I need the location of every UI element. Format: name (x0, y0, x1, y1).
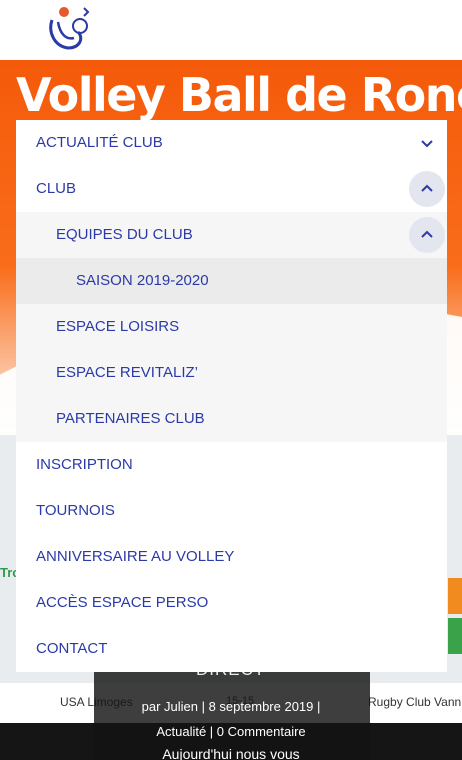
post-excerpt: Aujourd'hui nous vous (162, 746, 300, 760)
menu-item-label: CONTACT (36, 640, 108, 657)
menu-item-tournois[interactable]: TOURNOIS (16, 488, 447, 534)
menu-item-label: ACTUALITÉ CLUB (36, 134, 163, 151)
menu-item-label: ESPACE LOISIRS (56, 318, 180, 335)
menu-item-acces-espace-perso[interactable]: ACCÈS ESPACE PERSO (16, 580, 447, 626)
menu-item-inscription[interactable]: INSCRIPTION (16, 442, 447, 488)
mobile-nav-menu: ACTUALITÉ CLUB CLUB EQUIPES DU CLUB SAIS… (16, 120, 447, 672)
menu-item-actualite-club[interactable]: ACTUALITÉ CLUB (16, 120, 447, 166)
background-edge-panel (448, 578, 462, 614)
menu-item-label: TOURNOIS (36, 502, 115, 519)
hero-title: Volley Ball de Roncq (16, 68, 462, 122)
menu-item-equipes-du-club[interactable]: EQUIPES DU CLUB (16, 212, 447, 258)
menu-item-partenaires-club[interactable]: PARTENAIRES CLUB (16, 396, 447, 442)
menu-item-espace-loisirs[interactable]: ESPACE LOISIRS (16, 304, 447, 350)
post-meta: par Julien | 8 septembre 2019 | (141, 699, 321, 714)
chevron-down-icon[interactable] (409, 125, 445, 161)
chevron-up-icon[interactable] (409, 217, 445, 253)
menu-item-label: PARTENAIRES CLUB (56, 410, 205, 427)
menu-item-espace-revitaliz[interactable]: ESPACE REVITALIZ’ (16, 350, 447, 396)
menu-item-club[interactable]: CLUB (16, 166, 447, 212)
menu-item-label: ANNIVERSAIRE AU VOLLEY (36, 548, 235, 565)
menu-item-label: INSCRIPTION (36, 456, 133, 473)
menu-item-label: ESPACE REVITALIZ’ (56, 364, 198, 381)
menu-item-label: SAISON 2019-2020 (76, 272, 209, 289)
post-category[interactable]: Actualité | 0 Commentaire (0, 724, 462, 739)
background-edge-panel (448, 618, 462, 654)
site-header (0, 0, 462, 60)
menu-item-label: CLUB (36, 180, 77, 197)
menu-item-saison-2019-2020[interactable]: SAISON 2019-2020 (16, 258, 447, 304)
menu-item-label: EQUIPES DU CLUB (56, 226, 193, 243)
menu-item-label: ACCÈS ESPACE PERSO (36, 594, 209, 611)
menu-item-contact[interactable]: CONTACT (16, 626, 447, 672)
club-logo[interactable] (44, 2, 92, 52)
chevron-up-icon[interactable] (409, 171, 445, 207)
menu-item-anniversaire-au-volley[interactable]: ANNIVERSAIRE AU VOLLEY (16, 534, 447, 580)
